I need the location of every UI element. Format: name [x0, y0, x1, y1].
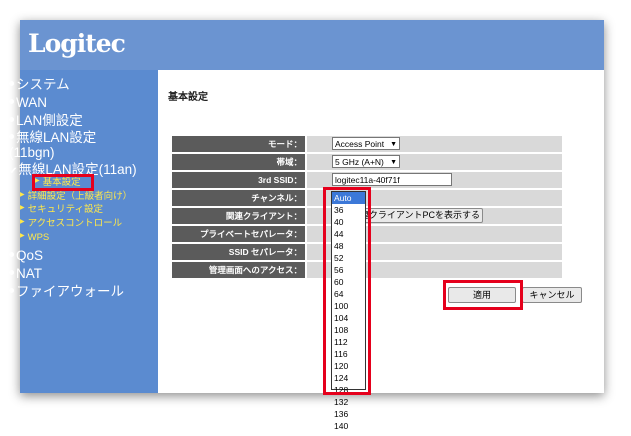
highlight-box-basic-settings [32, 174, 94, 191]
channel-option[interactable]: 132 [332, 396, 365, 408]
sidebar-item-wireless-bgn[interactable]: 無線LAN設定 (11bgn) [9, 130, 96, 160]
browser-frame: Logitec [20, 20, 604, 393]
private-separator-label: プライベートセパレータ： [172, 226, 305, 242]
chevron-down-icon: ▼ [390, 141, 397, 148]
band-value-cell: 5 GHz (A+N) ▼ [307, 154, 562, 170]
client-label: 関連クライアント： [172, 208, 305, 224]
submenu-item-access-control[interactable]: ▶ アクセスコントロール [20, 218, 122, 229]
sidebar-item-firewall[interactable]: ファイアウォール [9, 284, 124, 299]
submenu-item-security[interactable]: ▶ セキュリティ設定 [20, 204, 103, 215]
mode-label: モード： [172, 136, 305, 152]
bullet-icon [9, 287, 14, 293]
channel-option[interactable]: 140 [332, 420, 365, 432]
page-title: 基本設定 [168, 92, 208, 103]
admin-access-label: 管理画面へのアクセス： [172, 262, 305, 278]
band-label: 帯域： [172, 154, 305, 170]
row-band: 帯域： 5 GHz (A+N) ▼ [172, 154, 562, 170]
triangle-right-icon: ▶ [20, 205, 25, 211]
channel-option[interactable]: 136 [332, 408, 365, 420]
sidebar-item-wan[interactable]: WAN [9, 95, 47, 110]
ssid-separator-label: SSID セパレータ： [172, 244, 305, 260]
submenu-item-advanced[interactable]: ▶ 詳細設定（上級者向け） [20, 191, 132, 202]
bullet-icon [9, 98, 14, 104]
bullet-icon [9, 133, 14, 139]
band-select[interactable]: 5 GHz (A+N) ▼ [332, 155, 400, 168]
triangle-right-icon: ▶ [20, 233, 25, 239]
chevron-down-icon: ▼ [390, 159, 397, 166]
channel-label: チャンネル： [172, 190, 305, 206]
logitec-logo: Logitec [28, 29, 126, 58]
highlight-box-apply [443, 280, 523, 310]
mode-select[interactable]: Access Point ▼ [332, 137, 400, 150]
triangle-right-icon: ▶ [20, 219, 25, 225]
cancel-button[interactable]: キャンセル [522, 287, 582, 303]
sidebar-item-lan[interactable]: LAN側設定 [9, 113, 83, 128]
checkmark-icon: ✔ [9, 166, 18, 177]
row-mode: モード： Access Point ▼ [172, 136, 562, 152]
submenu-item-wps[interactable]: ▶ WPS [20, 232, 49, 243]
sidebar-item-nat[interactable]: NAT [9, 266, 42, 281]
ssid-input[interactable]: logitec11a-40f71f [332, 173, 452, 186]
header-bar: Logitec [20, 20, 604, 70]
ssid-value-cell: logitec11a-40f71f [307, 172, 562, 188]
bullet-icon [9, 80, 14, 86]
bullet-icon [9, 269, 14, 275]
ssid-label: 3rd SSID： [172, 172, 305, 188]
highlight-box-channel-list [323, 187, 371, 395]
triangle-right-icon: ▶ [20, 192, 25, 198]
sidebar-item-qos[interactable]: QoS [9, 248, 43, 263]
row-ssid: 3rd SSID： logitec11a-40f71f [172, 172, 562, 188]
bullet-icon [9, 251, 14, 257]
mode-value-cell: Access Point ▼ [307, 136, 562, 152]
sidebar-item-system[interactable]: システム [9, 77, 70, 92]
bullet-icon [9, 116, 14, 122]
